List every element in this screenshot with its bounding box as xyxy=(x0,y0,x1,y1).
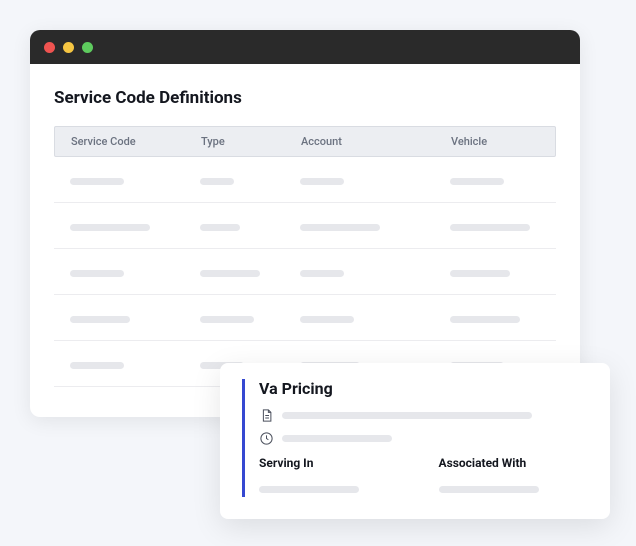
table-row[interactable] xyxy=(54,295,556,341)
cell-placeholder xyxy=(300,316,354,323)
card-column: Serving In xyxy=(259,456,409,497)
cell-placeholder xyxy=(300,224,380,231)
column-value-placeholder xyxy=(439,486,539,493)
column-value-placeholder xyxy=(259,486,359,493)
cell-placeholder xyxy=(200,270,260,277)
cell-placeholder xyxy=(450,270,510,277)
table-header: Service Code Type Account Vehicle xyxy=(54,126,556,157)
card-columns: Serving In Associated With xyxy=(259,456,588,497)
table-row[interactable] xyxy=(54,249,556,295)
card-title: Va Pricing xyxy=(259,379,588,398)
col-service-code: Service Code xyxy=(71,135,201,148)
cell-placeholder xyxy=(200,178,234,185)
cell-placeholder xyxy=(300,270,344,277)
minimize-icon[interactable] xyxy=(63,42,74,53)
close-icon[interactable] xyxy=(44,42,55,53)
cell-placeholder xyxy=(450,178,504,185)
col-type: Type xyxy=(201,135,301,148)
table-row[interactable] xyxy=(54,157,556,203)
card-time-placeholder xyxy=(282,435,392,442)
cell-placeholder xyxy=(200,224,240,231)
titlebar xyxy=(30,30,580,64)
card-time-row xyxy=(259,431,588,446)
app-window: Service Code Definitions Service Code Ty… xyxy=(30,30,580,417)
cell-placeholder xyxy=(450,316,520,323)
col-vehicle: Vehicle xyxy=(451,135,539,148)
cell-placeholder xyxy=(200,316,254,323)
cell-placeholder xyxy=(450,224,530,231)
card-description-row xyxy=(259,408,588,423)
clock-icon xyxy=(259,431,274,446)
pricing-card: Va Pricing Serving In Associated With xyxy=(220,363,610,519)
cell-placeholder xyxy=(300,178,344,185)
column-title: Associated With xyxy=(439,456,589,470)
cell-placeholder xyxy=(70,270,124,277)
cell-placeholder xyxy=(70,178,124,185)
cell-placeholder xyxy=(70,362,124,369)
maximize-icon[interactable] xyxy=(82,42,93,53)
table-row[interactable] xyxy=(54,203,556,249)
cell-placeholder xyxy=(70,316,130,323)
card-description-placeholder xyxy=(282,412,532,419)
column-title: Serving In xyxy=(259,456,409,470)
document-icon xyxy=(259,408,274,423)
cell-placeholder xyxy=(70,224,150,231)
col-account: Account xyxy=(301,135,451,148)
card-column: Associated With xyxy=(439,456,589,497)
table-body xyxy=(54,157,556,387)
page-title: Service Code Definitions xyxy=(54,88,556,108)
